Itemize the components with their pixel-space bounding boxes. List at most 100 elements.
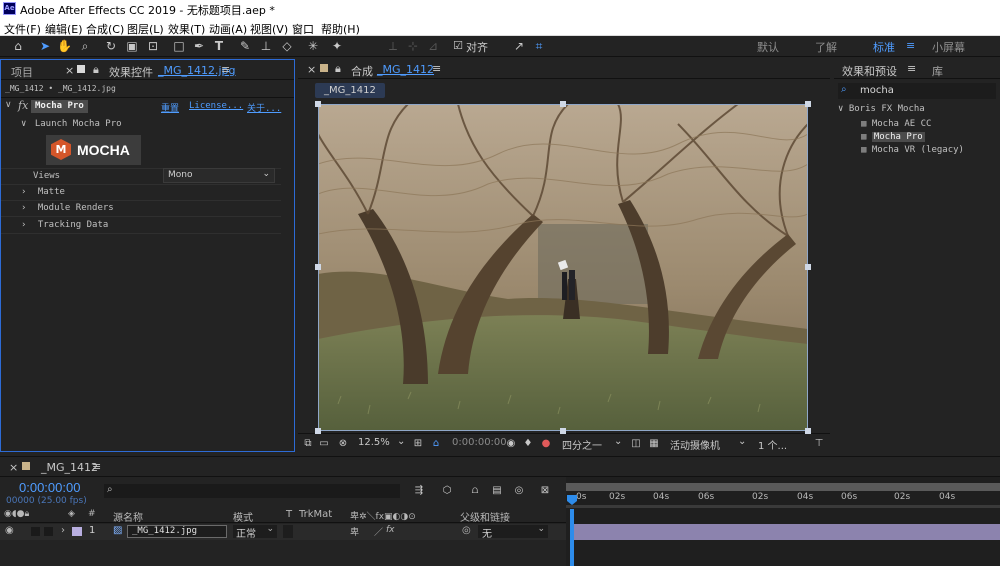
parent-dropdown[interactable]: 无 ⌄ — [478, 524, 548, 540]
transform-handle[interactable] — [560, 428, 566, 434]
expand-chevron-icon[interactable]: ∨ — [5, 100, 12, 110]
layer-name[interactable]: _MG_1412.jpg — [127, 525, 227, 538]
effect-item-selected[interactable]: ▦ Mocha Pro — [861, 131, 925, 144]
panel-menu-icon[interactable]: ≡ — [432, 62, 441, 75]
lock-switch[interactable] — [44, 527, 53, 536]
pick-whip-icon[interactable]: ◎ — [462, 525, 471, 536]
layer-duration-bar[interactable] — [574, 524, 1000, 540]
transform-handle[interactable] — [805, 428, 811, 434]
rotate-tool-icon[interactable]: ↻ — [104, 38, 118, 54]
vr-icon[interactable]: ⊗ — [336, 436, 350, 452]
transform-handle[interactable] — [315, 101, 321, 107]
group-tracking-data[interactable]: › Tracking Data — [21, 217, 301, 233]
composition-viewer-image[interactable] — [318, 104, 808, 431]
effect-name[interactable]: Mocha Pro — [31, 100, 88, 113]
grid-guides-icon[interactable]: ⊞ — [412, 436, 424, 452]
fx-switch-icon[interactable]: fx — [386, 525, 395, 535]
workspace-learn[interactable]: 了解 — [815, 39, 837, 55]
effect-item[interactable]: ▦ Mocha VR (legacy) — [861, 144, 964, 157]
tab-library[interactable]: 库 — [932, 63, 943, 79]
transform-handle[interactable] — [315, 428, 321, 434]
preserve-transparency-toggle[interactable] — [283, 525, 293, 538]
menu-view[interactable]: 视图(V) — [250, 21, 288, 37]
transparency-grid-icon[interactable]: ▦ — [648, 436, 660, 452]
tab-effects-presets[interactable]: 效果和预设 — [842, 63, 897, 79]
col-source-name[interactable]: 源名称 — [113, 509, 143, 524]
layer-row[interactable]: ◉ › 1 ▨ _MG_1412.jpg 正常 ⌄ 卑 ／ fx ◎ 无 ⌄ — [0, 524, 566, 540]
expand-chevron-icon[interactable]: › — [21, 203, 26, 213]
composition-flowchart-icon[interactable]: ⇶ — [412, 483, 426, 499]
group-matte[interactable]: › Matte — [21, 184, 301, 200]
zoom-value[interactable]: 12.5% — [358, 437, 390, 448]
menu-layer[interactable]: 图层(L) — [127, 21, 164, 37]
pan-behind-tool-icon[interactable]: ⊡ — [146, 38, 160, 54]
zoom-tool-icon[interactable]: ⌕ — [78, 38, 92, 54]
shy-switch-icon[interactable]: 卑 — [350, 525, 359, 538]
menu-effect[interactable]: 效果(T) — [168, 21, 205, 37]
effects-search-input[interactable]: ⌕ mocha — [838, 83, 996, 99]
menu-file[interactable]: 文件(F) — [4, 21, 41, 37]
group-module-renders[interactable]: › Module Renders — [21, 200, 301, 216]
workspace-default[interactable]: 默认 — [757, 39, 779, 55]
composition-chip[interactable]: _MG_1412 — [315, 83, 385, 98]
work-area-bar[interactable] — [566, 483, 1000, 491]
world-axis-icon[interactable]: ⊹ — [406, 38, 420, 54]
camera-value[interactable]: 活动摄像机 — [670, 437, 720, 452]
close-tab-icon[interactable]: × — [65, 64, 74, 77]
display-icon[interactable]: ▭ — [318, 436, 330, 452]
shy-layers-icon[interactable]: ⩍ — [468, 483, 482, 499]
clone-stamp-tool-icon[interactable]: ⊥ — [259, 38, 273, 54]
graph-editor-icon[interactable]: ⊠ — [538, 483, 552, 499]
snap-edges-icon[interactable]: ↗ — [512, 38, 526, 54]
tab-effect-controls[interactable]: 效果控件 — [109, 64, 153, 80]
current-time[interactable]: 0:00:00:00 — [452, 437, 507, 448]
launch-row[interactable]: ∨ Launch Mocha Pro — [21, 116, 301, 132]
panel-menu-icon[interactable]: ≡ — [92, 460, 101, 473]
views-dropdown[interactable]: Mono ⌄ — [163, 168, 275, 183]
hand-tool-icon[interactable]: ✋ — [57, 38, 72, 54]
lock-icon[interactable]: 🔒︎ — [93, 63, 99, 77]
expand-chevron-icon[interactable]: ∨ — [21, 119, 26, 129]
transform-handle[interactable] — [805, 101, 811, 107]
camera-tool-icon[interactable]: ▣ — [125, 38, 139, 54]
solo-switch[interactable] — [31, 527, 40, 536]
panel-menu-icon[interactable]: ≡ — [221, 63, 230, 76]
menu-animation[interactable]: 动画(A) — [209, 21, 247, 37]
about-link[interactable]: 关于... — [247, 101, 281, 114]
label-color-swatch[interactable] — [72, 527, 82, 536]
puppet-pin-tool-icon[interactable]: ✦ — [330, 38, 344, 54]
tab-timeline[interactable]: _MG_1412 — [41, 461, 98, 474]
license-link[interactable]: License... — [189, 101, 243, 111]
menu-edit[interactable]: 编辑(E) — [45, 21, 83, 37]
expand-chevron-icon[interactable]: › — [21, 187, 26, 197]
snap-grid-icon[interactable]: ⌗ — [532, 38, 546, 54]
expand-chevron-icon[interactable]: › — [21, 220, 26, 230]
chevron-down-icon[interactable]: ⌄ — [614, 436, 622, 447]
tab-composition[interactable]: 合成 — [351, 63, 373, 79]
frame-blending-icon[interactable]: ▤ — [490, 483, 504, 499]
color-channels-icon[interactable]: ● — [540, 436, 552, 452]
close-tab-icon[interactable]: × — [307, 63, 316, 76]
type-tool-icon[interactable]: T — [212, 38, 226, 54]
panel-menu-icon[interactable]: ≡ — [907, 62, 916, 75]
brush-tool-icon[interactable]: ✎ — [238, 38, 252, 54]
menu-help[interactable]: 帮助(H) — [321, 21, 360, 37]
category-boris-fx-mocha[interactable]: ∨ Boris FX Mocha — [838, 104, 925, 114]
playhead-icon[interactable] — [567, 495, 577, 505]
eraser-tool-icon[interactable]: ◇ — [280, 38, 294, 54]
resolution-value[interactable]: 四分之一 — [562, 437, 602, 452]
mask-visibility-icon[interactable]: ⌂ — [430, 436, 442, 452]
menu-composition[interactable]: 合成(C) — [86, 21, 124, 37]
quality-switch-icon[interactable]: ／ — [374, 525, 383, 538]
workspace-standard[interactable]: 标准 — [873, 39, 895, 55]
composition-name-link[interactable]: _MG_1412 — [377, 63, 434, 76]
fx-toggle-icon[interactable]: fx — [18, 99, 28, 112]
close-tab-icon[interactable]: × — [9, 461, 18, 474]
workspace-small-screen[interactable]: 小屏幕 — [932, 39, 965, 55]
timeline-search-input[interactable]: ⌕ — [104, 484, 400, 498]
views-layout-value[interactable]: 1 个... — [758, 437, 787, 452]
transform-handle[interactable] — [805, 264, 811, 270]
pen-tool-icon[interactable]: ✒ — [192, 38, 206, 54]
expand-chevron-icon[interactable]: ∨ — [838, 104, 843, 114]
timeline-timecode[interactable]: 0:00:00:00 — [19, 480, 80, 495]
